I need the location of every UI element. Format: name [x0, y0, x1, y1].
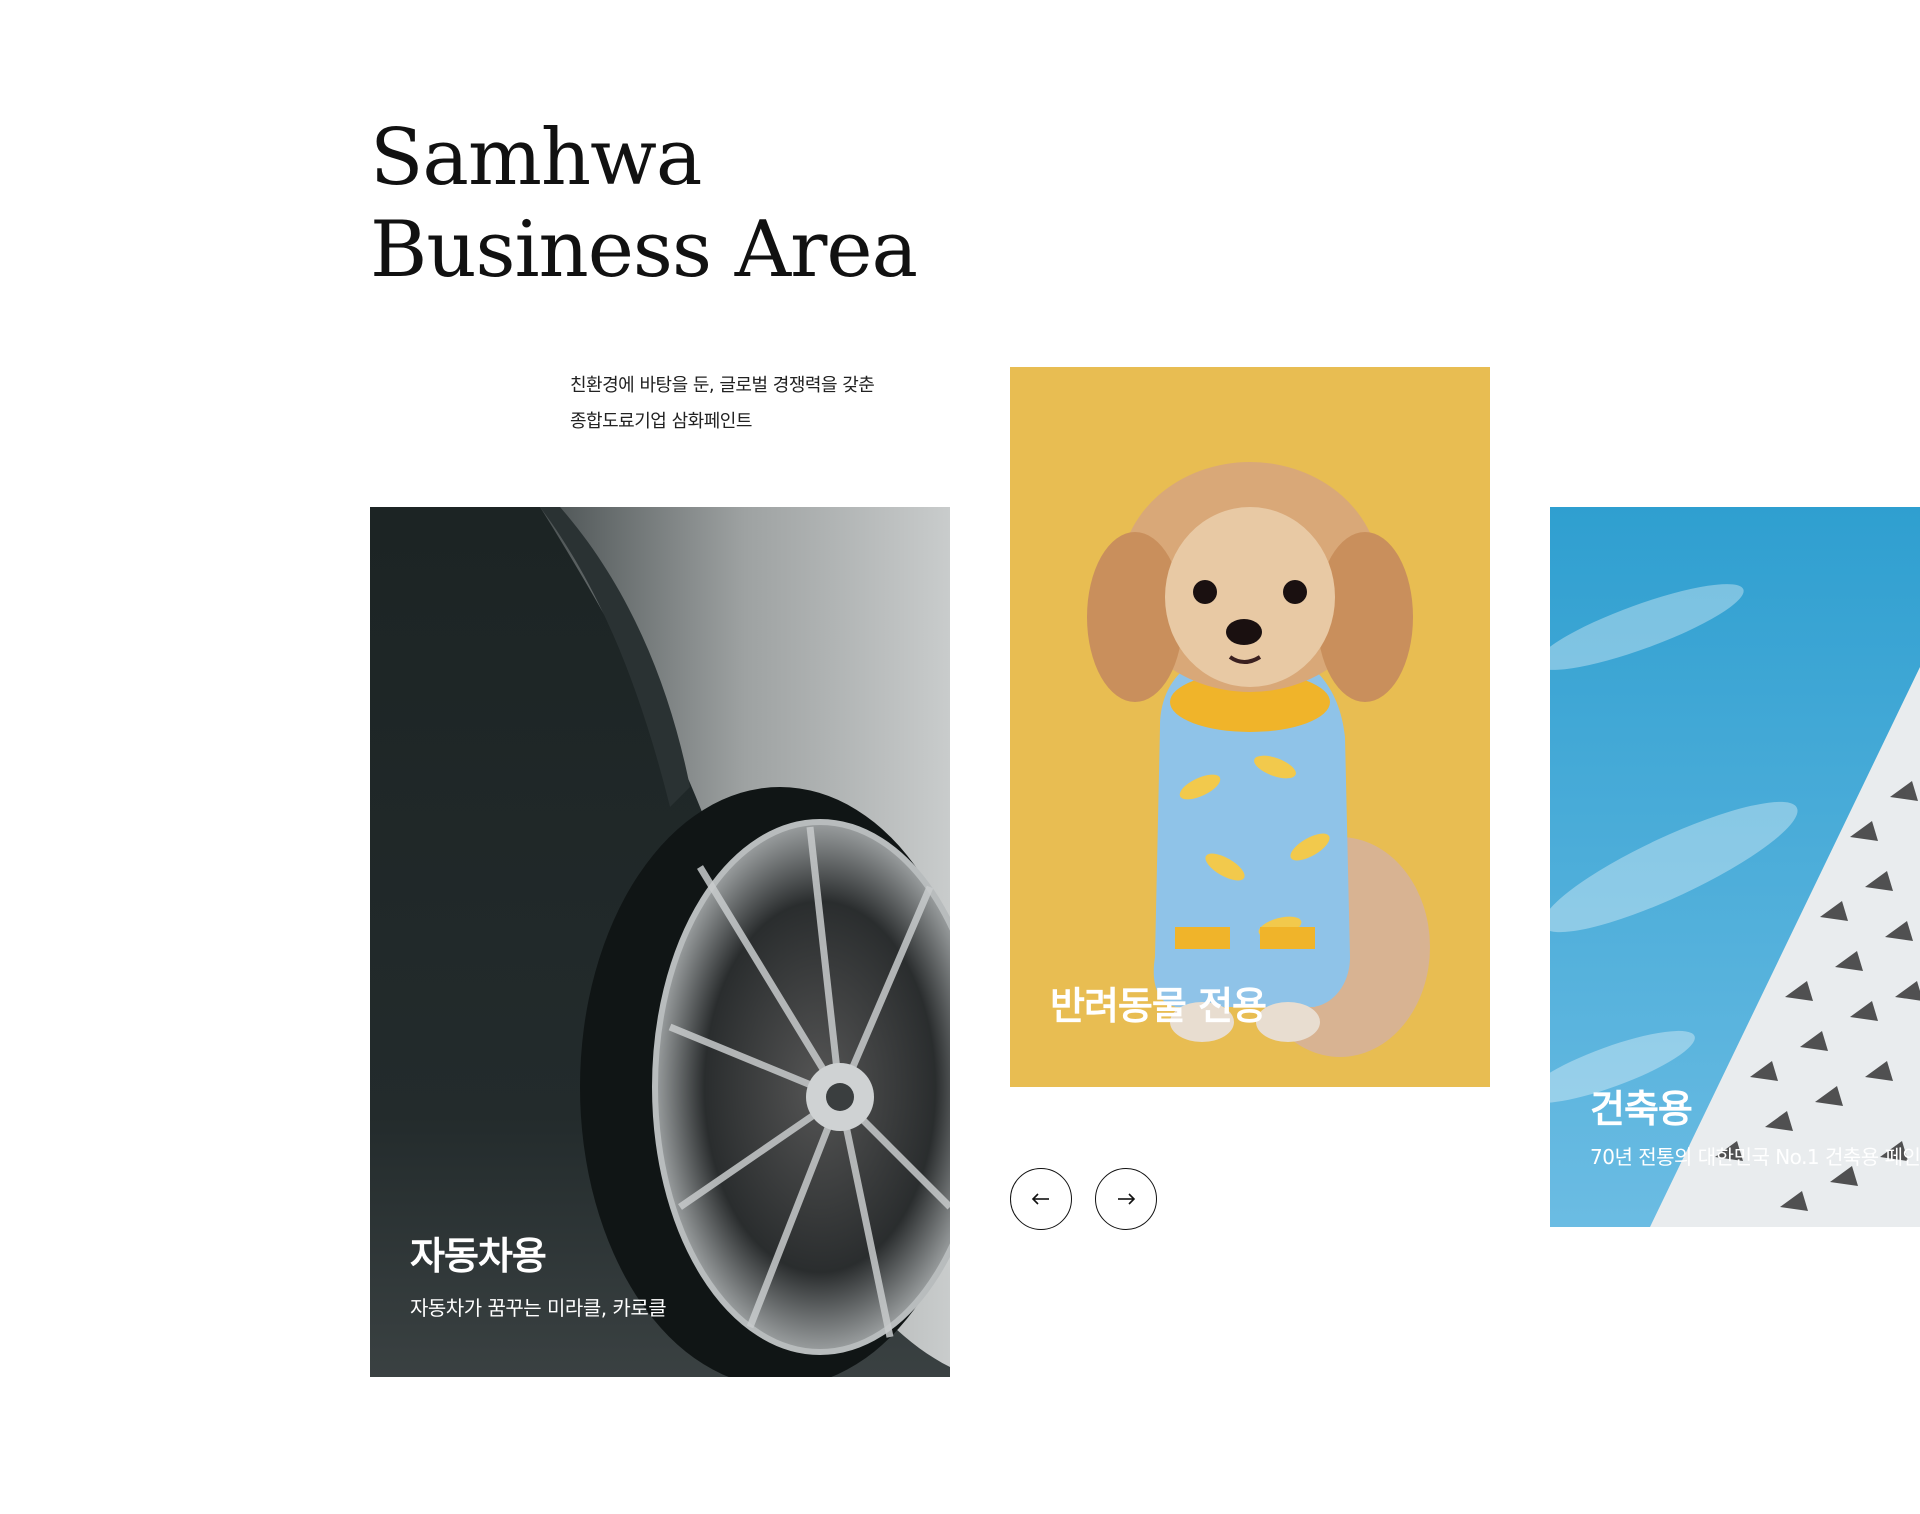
slider-prev-button[interactable]: [1010, 1168, 1072, 1230]
architecture-desc: 70년 전통의 대한민국 No.1 건축용 페인트: [1590, 1145, 1920, 1169]
automotive-label: 자동차용 자동차가 꿈꾸는 미라클, 카로클: [410, 1232, 667, 1322]
arrow-right-icon: [1118, 1193, 1136, 1205]
pet-dog-photo: [1010, 367, 1490, 1087]
card-automotive[interactable]: 자동차용 자동차가 꿈꾸는 미라클, 카로클: [370, 507, 950, 1377]
automotive-desc: 자동차가 꿈꾸는 미라클, 카로클: [410, 1296, 667, 1320]
automotive-title: 자동차용: [410, 1234, 547, 1278]
section-title-line2: Business Area: [370, 205, 918, 295]
slider-next-button[interactable]: [1095, 1168, 1157, 1230]
card-architecture[interactable]: 건축용 70년 전통의 대한민국 No.1 건축용 페인트: [1550, 507, 1920, 1227]
pet-label: 반려동물 전용: [1050, 982, 1267, 1030]
intro-line2: 종합도료기업 삼화페인트: [570, 411, 752, 432]
business-area-section: Samhwa Business Area 친환경에 바탕을 둔, 글로벌 경쟁력…: [0, 0, 1920, 1514]
pet-title: 반려동물 전용: [1050, 984, 1267, 1028]
card-pet[interactable]: 반려동물 전용: [1010, 367, 1490, 1087]
architecture-label: 건축용 70년 전통의 대한민국 No.1 건축용 페인트: [1590, 1085, 1920, 1171]
section-title: Samhwa Business Area: [370, 112, 918, 296]
section-title-line1: Samhwa: [370, 113, 702, 203]
section-intro: 친환경에 바탕을 둔, 글로벌 경쟁력을 갖춘 종합도료기업 삼화페인트: [570, 368, 875, 440]
arrow-left-icon: [1031, 1193, 1049, 1205]
intro-line1: 친환경에 바탕을 둔, 글로벌 경쟁력을 갖춘: [570, 375, 875, 396]
architecture-title: 건축용: [1590, 1087, 1693, 1131]
